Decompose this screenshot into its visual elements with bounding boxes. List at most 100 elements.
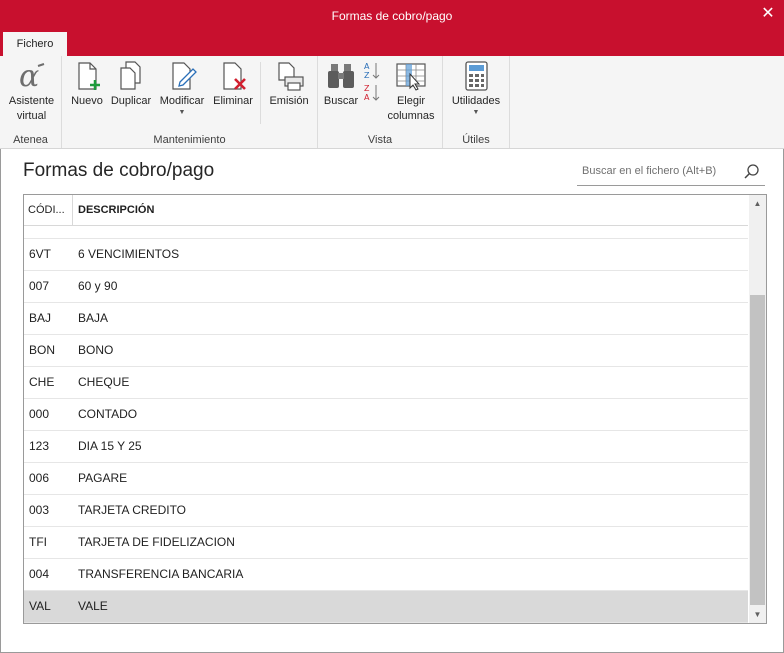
modificar-button[interactable]: Modificar ▼ [156,60,208,117]
page-title: Formas de cobro/pago [23,160,215,181]
cell-code: 004 [29,567,50,581]
svg-text:A: A [364,62,370,71]
duplicar-button[interactable]: Duplicar [108,60,154,109]
cell-description: PAGARE [78,471,128,485]
column-header-code[interactable]: CÓDI... [24,195,73,225]
group-label-mantenimiento: Mantenimiento [153,134,226,146]
utilidades-dropdown-icon: ▼ [472,109,480,116]
close-button[interactable]: ✕ [752,0,784,32]
buscar-button[interactable]: Buscar [320,60,362,109]
scroll-down-icon[interactable]: ▼ [749,606,766,623]
delete-document-icon [223,62,246,90]
modificar-dropdown-icon: ▼ [178,109,186,116]
ribbon: α Asistente virtual Atenea Nuevo Duplica… [0,56,784,149]
alpha-icon: α [19,60,44,92]
asistente-label-2: virtual [16,110,47,122]
cell-code: VAL [29,599,51,613]
table-row[interactable]: 004 TRANSFERENCIA BANCARIA [24,559,748,591]
column-header-description[interactable]: DESCRIPCIÓN [78,195,154,226]
sort-button[interactable]: A Z Z A [362,60,382,106]
eliminar-button[interactable]: Eliminar [210,60,256,109]
group-vista: Buscar A Z Z A Elegir columnas Vista [318,56,443,148]
group-atenea: α Asistente virtual Atenea [0,56,62,148]
table-row[interactable]: 123 DIA 15 Y 25 [24,431,748,463]
elegir-label-1: Elegir [396,95,426,107]
nuevo-label: Nuevo [71,95,103,107]
sort-az-icon: A Z Z A [364,62,380,102]
asistente-label-1: Asistente [8,95,55,107]
cell-code: 007 [29,279,50,293]
search-icon[interactable] [743,163,761,181]
calculator-icon [465,61,488,91]
columns-icon [396,63,426,91]
table-row[interactable]: BAJ BAJA [24,303,748,335]
title-bar: Formas de cobro/pago ✕ [0,0,784,32]
cell-code: 003 [29,503,50,517]
binoculars-icon [328,64,354,88]
group-label-utiles: Útiles [462,134,490,146]
utilidades-label: Utilidades [451,95,501,107]
asistente-virtual-button[interactable]: α Asistente virtual [4,60,59,124]
cell-description: BAJA [78,311,109,325]
search-input[interactable]: Buscar en el fichero (Alt+B) [582,165,716,177]
table-row[interactable]: 003 TARJETA CREDITO [24,495,748,527]
cell-description: TARJETA DE FIDELIZACION [78,535,235,549]
vertical-scrollbar[interactable]: ▲ ▼ [749,195,766,623]
cell-code: 6VT [29,247,52,261]
cell-code: 006 [29,471,50,485]
eliminar-label: Eliminar [213,95,253,107]
cell-code: 123 [29,439,50,453]
cell-description: 6 VENCIMIENTOS [78,247,180,261]
svg-text:A: A [364,93,370,102]
group-mantenimiento: Nuevo Duplicar Modificar ▼ Eliminar Emis… [62,56,318,148]
main-content: Formas de cobro/pago Buscar en el ficher… [0,149,784,652]
ribbon-tabstrip: Fichero [0,32,784,56]
svg-text:Z: Z [364,84,370,93]
emision-button[interactable]: Emisión [265,60,313,109]
cell-description: CHEQUE [78,375,130,389]
table-row[interactable]: VAL VALE [24,591,748,623]
partial-row [24,226,748,239]
cell-code: 000 [29,407,50,421]
window-title: Formas de cobro/pago [331,9,453,23]
svg-text:Z: Z [364,71,370,80]
ribbon-separator [260,62,261,124]
utilidades-button[interactable]: Utilidades ▼ [447,60,505,117]
cell-code: BAJ [29,311,52,325]
cell-description: CONTADO [78,407,138,421]
table-row[interactable]: 007 60 y 90 [24,271,748,303]
table-row[interactable]: 6VT 6 VENCIMIENTOS [24,239,748,271]
buscar-label: Buscar [323,95,359,107]
scroll-up-icon[interactable]: ▲ [749,195,766,212]
cell-code: TFI [29,535,47,549]
table-row[interactable]: 000 CONTADO [24,399,748,431]
grid-rows: 6VT 6 VENCIMIENTOS 007 60 y 90 BAJ BAJA BON BON… [24,226,748,623]
table-row[interactable]: 006 PAGARE [24,463,748,495]
cell-description: BONO [78,343,114,357]
edit-document-icon [172,62,197,90]
scrollbar-thumb[interactable] [750,295,765,605]
cell-description: TARJETA CREDITO [78,503,187,517]
modificar-label: Modificar [159,95,205,107]
cell-description: TRANSFERENCIA BANCARIA [78,567,244,581]
elegir-columnas-button[interactable]: Elegir columnas [384,60,438,124]
data-grid: CÓDI... DESCRIPCIÓN 6VT 6 VENCIMIENTOS 007… [23,194,767,624]
emision-label: Emisión [269,95,309,107]
table-row[interactable]: CHE CHEQUE [24,367,748,399]
tab-fichero[interactable]: Fichero [3,32,67,56]
table-row[interactable]: TFI TARJETA DE FIDELIZACION [24,527,748,559]
cell-code: BON [29,343,56,357]
search-box[interactable]: Buscar en el fichero (Alt+B) [577,159,765,186]
nuevo-button[interactable]: Nuevo [66,60,108,109]
cell-description: VALE [78,599,108,613]
elegir-label-2: columnas [387,110,435,122]
print-icon [278,62,304,91]
group-label-vista: Vista [367,134,393,146]
grid-header: CÓDI... DESCRIPCIÓN [24,195,748,226]
new-document-icon [78,62,100,90]
duplicar-label: Duplicar [110,95,152,107]
svg-text:α: α [19,60,39,92]
duplicate-icon [120,61,141,90]
cell-code: CHE [29,375,55,389]
table-row[interactable]: BON BONO [24,335,748,367]
